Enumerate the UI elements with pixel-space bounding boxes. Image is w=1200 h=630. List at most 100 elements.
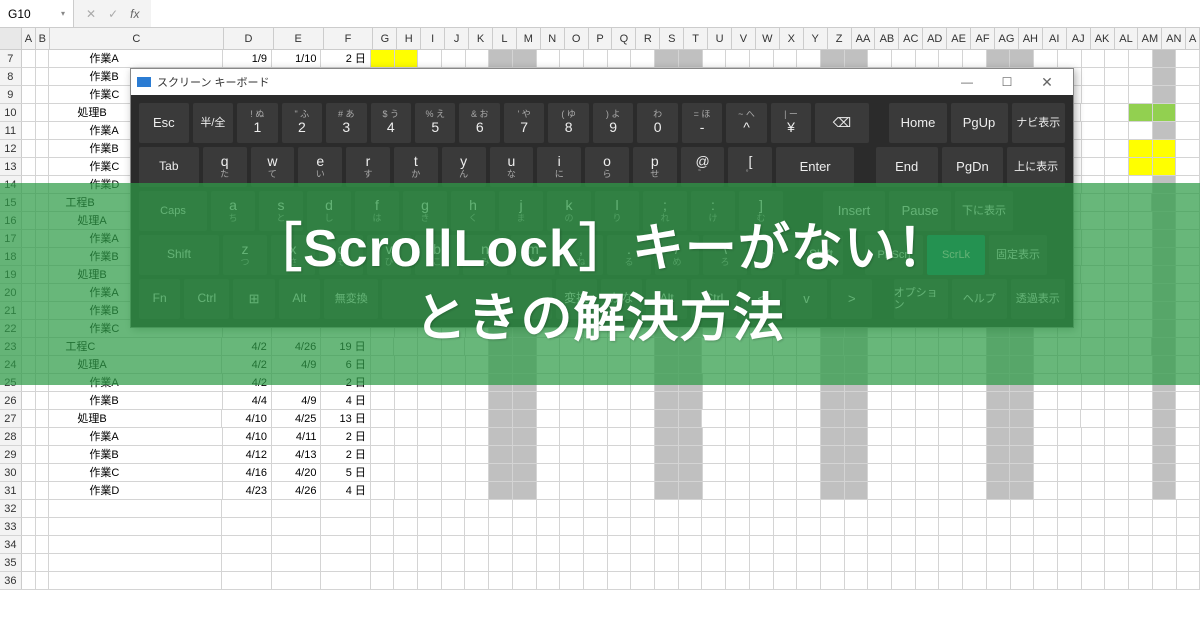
gantt-cell[interactable] <box>395 428 419 445</box>
cell-task[interactable]: 作業D <box>49 482 222 499</box>
gantt-cell[interactable] <box>1081 410 1105 427</box>
gantt-cell[interactable] <box>608 392 632 409</box>
cell[interactable]: 1/10 <box>272 50 321 67</box>
row-header[interactable]: 11 <box>0 122 22 139</box>
gantt-cell[interactable] <box>987 446 1011 463</box>
gantt-cell[interactable] <box>821 572 845 589</box>
gantt-cell[interactable] <box>939 428 963 445</box>
gantt-cell[interactable] <box>631 392 655 409</box>
gantt-cell[interactable] <box>1058 554 1082 571</box>
col-header-Q[interactable]: Q <box>612 28 636 49</box>
cell[interactable] <box>22 446 36 463</box>
gantt-cell[interactable] <box>537 50 561 67</box>
gantt-cell[interactable] <box>987 428 1011 445</box>
gantt-cell[interactable] <box>513 50 537 67</box>
gantt-cell[interactable] <box>489 428 513 445</box>
gantt-cell[interactable] <box>1176 158 1200 175</box>
gantt-cell[interactable] <box>821 446 845 463</box>
gantt-cell[interactable] <box>1176 464 1200 481</box>
row-header[interactable]: 10 <box>0 104 22 121</box>
gantt-cell[interactable] <box>1010 446 1034 463</box>
gantt-cell[interactable] <box>1129 392 1153 409</box>
gantt-cell[interactable] <box>963 428 987 445</box>
gantt-cell[interactable] <box>774 428 798 445</box>
col-header-C[interactable]: C <box>50 28 224 49</box>
maximize-button[interactable]: ☐ <box>987 69 1027 95</box>
cell[interactable] <box>272 518 321 535</box>
gantt-cell[interactable] <box>584 518 608 535</box>
gantt-cell[interactable] <box>655 500 679 517</box>
gantt-cell[interactable] <box>726 482 750 499</box>
gantt-cell[interactable] <box>916 536 940 553</box>
gantt-cell[interactable] <box>987 572 1011 589</box>
col-header-AK[interactable]: AK <box>1091 28 1115 49</box>
key-hankaku[interactable]: 半/全 <box>193 103 233 143</box>
gantt-cell[interactable] <box>537 482 561 499</box>
gantt-cell[interactable] <box>1010 392 1034 409</box>
cell[interactable]: 4/25 <box>272 410 321 427</box>
gantt-cell[interactable] <box>537 428 561 445</box>
gantt-cell[interactable] <box>655 392 679 409</box>
cell[interactable]: 4/16 <box>223 464 272 481</box>
gantt-cell[interactable] <box>560 446 584 463</box>
gantt-cell[interactable] <box>916 446 940 463</box>
gantt-cell[interactable] <box>1153 572 1177 589</box>
gantt-cell[interactable] <box>1011 536 1035 553</box>
gantt-cell[interactable] <box>726 572 750 589</box>
gantt-cell[interactable] <box>1153 446 1177 463</box>
gantt-cell[interactable] <box>537 410 561 427</box>
cell[interactable]: 5 日 <box>321 464 370 481</box>
gantt-cell[interactable] <box>916 482 940 499</box>
gantt-cell[interactable] <box>1176 122 1200 139</box>
gantt-cell[interactable] <box>679 536 703 553</box>
gantt-cell[interactable] <box>702 572 726 589</box>
cell[interactable] <box>36 446 50 463</box>
cell-task[interactable] <box>49 572 222 589</box>
gantt-cell[interactable] <box>1105 140 1129 157</box>
cell[interactable]: 4 日 <box>321 482 370 499</box>
gantt-cell[interactable] <box>489 536 513 553</box>
gantt-cell[interactable] <box>1034 410 1058 427</box>
gantt-cell[interactable] <box>679 482 703 499</box>
gantt-cell[interactable] <box>916 464 940 481</box>
gantt-cell[interactable] <box>465 572 489 589</box>
gantt-cell[interactable] <box>513 500 537 517</box>
gantt-cell[interactable] <box>1105 518 1129 535</box>
col-header-O[interactable]: O <box>565 28 589 49</box>
gantt-cell[interactable] <box>703 482 727 499</box>
gantt-cell[interactable] <box>868 428 892 445</box>
gantt-cell[interactable] <box>726 392 750 409</box>
gantt-cell[interactable] <box>631 482 655 499</box>
cell[interactable] <box>22 140 36 157</box>
gantt-cell[interactable] <box>584 50 608 67</box>
gantt-cell[interactable] <box>916 428 940 445</box>
gantt-cell[interactable] <box>1153 464 1177 481</box>
key-9[interactable]: ) よ9 <box>593 103 633 143</box>
cell[interactable] <box>36 500 50 517</box>
gantt-cell[interactable] <box>987 410 1011 427</box>
gantt-cell[interactable] <box>560 50 584 67</box>
row-header[interactable]: 28 <box>0 428 22 445</box>
gantt-cell[interactable] <box>1129 500 1153 517</box>
row-header[interactable]: 32 <box>0 500 22 517</box>
gantt-cell[interactable] <box>465 518 489 535</box>
gantt-cell[interactable] <box>1105 50 1129 67</box>
cell[interactable] <box>321 572 370 589</box>
gantt-cell[interactable] <box>513 482 537 499</box>
key-r[interactable]: rす <box>346 147 390 187</box>
cell[interactable] <box>22 500 36 517</box>
gantt-cell[interactable] <box>679 554 703 571</box>
gantt-cell[interactable] <box>679 500 703 517</box>
gantt-cell[interactable] <box>371 446 395 463</box>
gantt-cell[interactable] <box>703 50 727 67</box>
gantt-cell[interactable] <box>466 410 490 427</box>
gantt-cell[interactable] <box>1058 500 1082 517</box>
gantt-cell[interactable] <box>892 536 916 553</box>
gantt-cell[interactable] <box>1105 428 1129 445</box>
cell[interactable]: 4/12 <box>223 446 272 463</box>
gantt-cell[interactable] <box>726 428 750 445</box>
gantt-cell[interactable] <box>1176 446 1200 463</box>
gantt-cell[interactable] <box>1129 104 1153 121</box>
gantt-cell[interactable] <box>1129 536 1153 553</box>
gantt-cell[interactable] <box>395 482 419 499</box>
